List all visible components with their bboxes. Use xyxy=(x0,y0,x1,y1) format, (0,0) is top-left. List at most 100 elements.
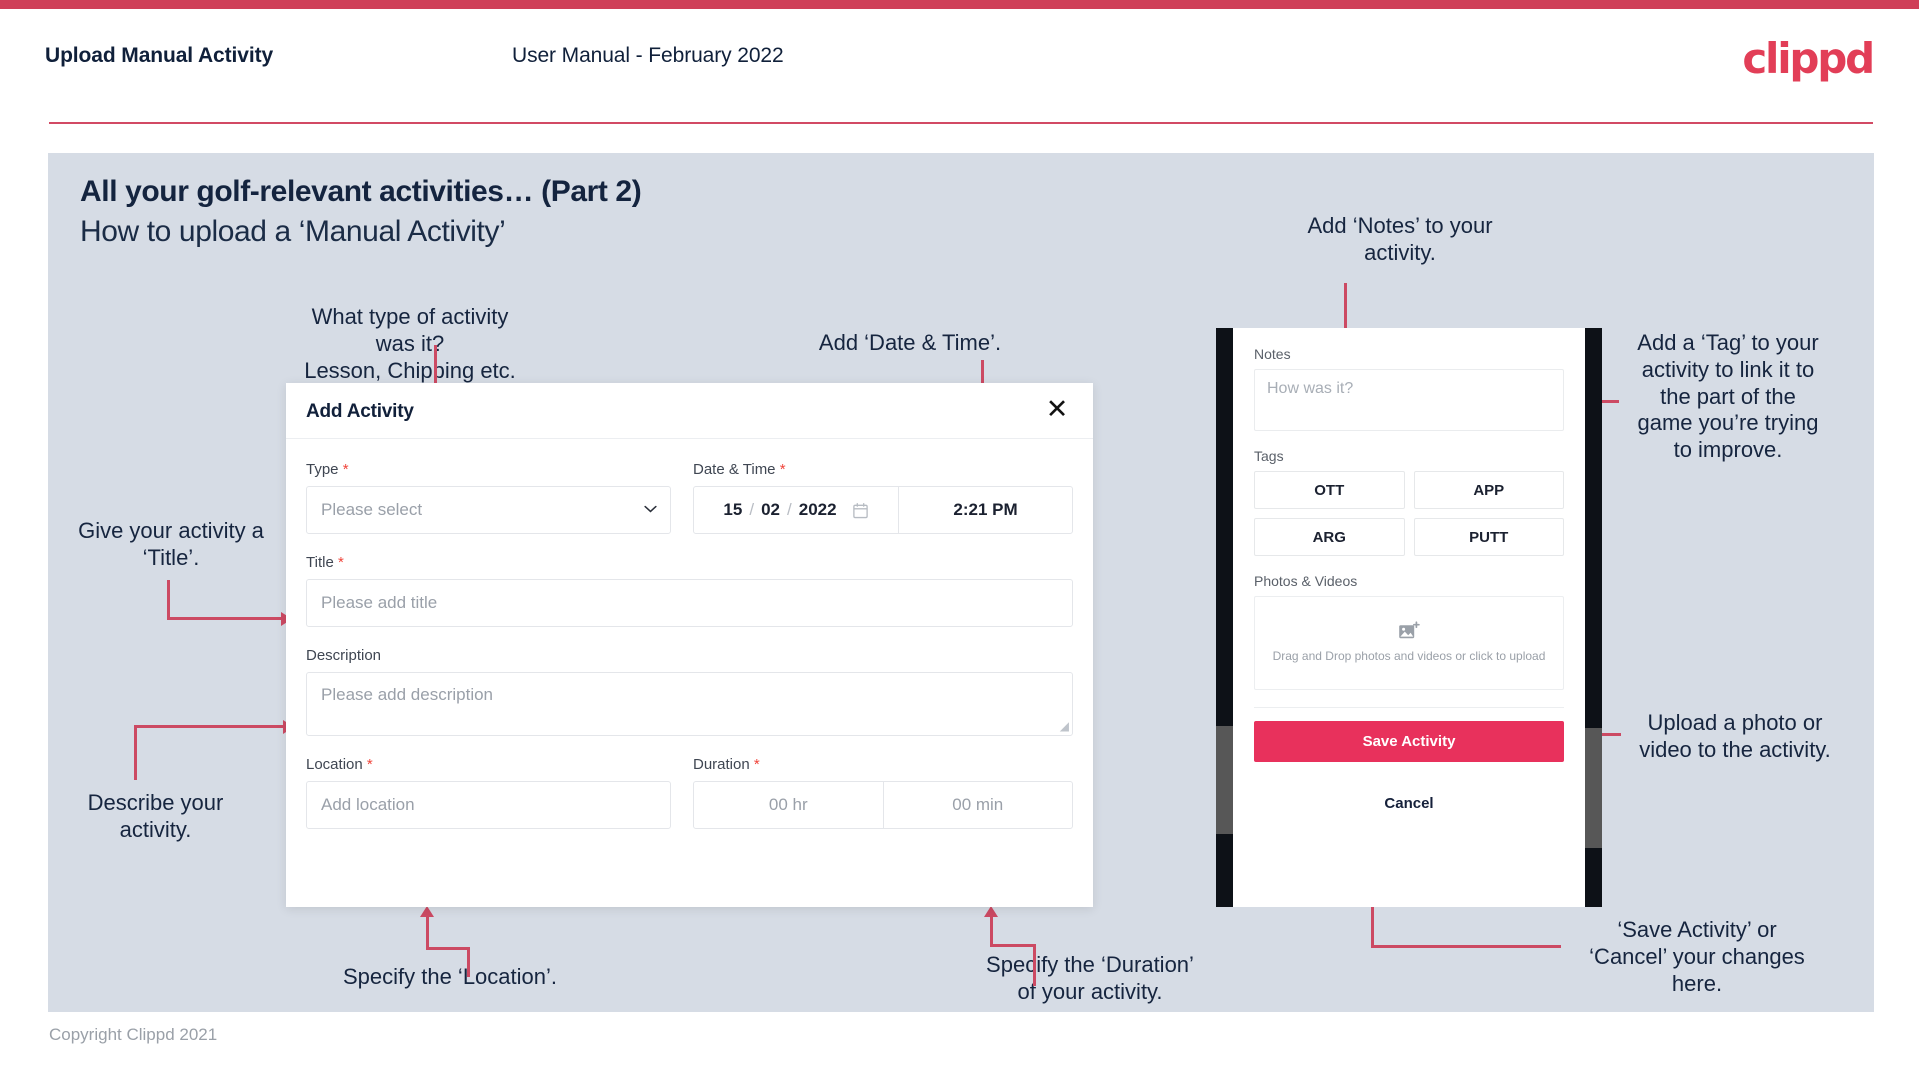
dialog-header: Add Activity ✕ xyxy=(286,383,1093,439)
label-datetime: Date & Time * xyxy=(693,461,1073,478)
label-location: Location * xyxy=(306,756,671,773)
date-year: 2022 xyxy=(798,500,837,519)
annotation-photos: Upload a photo or video to the activity. xyxy=(1639,710,1831,762)
slide-subtitle: How to upload a ‘Manual Activity’ xyxy=(80,215,506,248)
tag-button-arg[interactable]: ARG xyxy=(1254,518,1405,556)
duration-hours-input[interactable]: 00 hr xyxy=(694,782,883,828)
phone-mockup: Notes How was it? Tags OTT APP ARG PUTT … xyxy=(1216,328,1602,907)
connector-save-horizontal xyxy=(1371,945,1561,948)
annotation-notes: Add ‘Notes’ to your activity. xyxy=(1307,213,1493,265)
label-tags: Tags xyxy=(1254,448,1284,464)
resize-grip-icon[interactable]: ◢ xyxy=(1060,719,1069,733)
dialog-title: Add Activity xyxy=(306,401,414,422)
type-select-placeholder: Please select xyxy=(321,500,423,519)
connector-duration-vertical-2 xyxy=(1033,944,1036,986)
label-type: Type * xyxy=(306,461,671,478)
connector-title-horizontal xyxy=(167,617,283,620)
slide-title: All your golf-relevant activities… (Part… xyxy=(80,175,642,208)
label-description: Description xyxy=(306,647,1073,664)
field-title: Title * Please add title xyxy=(306,554,1073,627)
date-day: 15 xyxy=(723,500,743,519)
phone-screen: Notes How was it? Tags OTT APP ARG PUTT … xyxy=(1233,328,1585,907)
phone-scroll-indicator-right xyxy=(1585,728,1602,848)
label-title-text: Title xyxy=(306,554,334,571)
label-type-text: Type xyxy=(306,461,339,478)
label-datetime-text: Date & Time xyxy=(693,461,776,478)
location-placeholder: Add location xyxy=(321,795,415,814)
field-duration: Duration * 00 hr 00 min xyxy=(693,756,1073,829)
datetime-group: 15 / 02 / 2022 2:21 PM xyxy=(693,486,1073,534)
phone-frame-left xyxy=(1216,328,1233,907)
connector-location-vertical xyxy=(426,917,429,949)
connector-location-vertical-2 xyxy=(467,947,470,977)
calendar-icon[interactable] xyxy=(852,502,869,519)
annotation-title: Give your activity a ‘Title’. xyxy=(78,518,264,570)
arrow-head-duration xyxy=(984,906,998,917)
chevron-down-icon xyxy=(644,505,657,513)
label-location-text: Location xyxy=(306,756,363,773)
annotation-description: Describe your activity. xyxy=(87,790,224,842)
save-activity-button[interactable]: Save Activity xyxy=(1254,721,1564,762)
duration-minutes-placeholder: 00 min xyxy=(952,795,1004,814)
arrow-head-location xyxy=(420,906,434,917)
phone-divider xyxy=(1254,707,1564,708)
title-input-placeholder: Please add title xyxy=(321,593,438,612)
label-notes: Notes xyxy=(1254,346,1291,362)
date-input[interactable]: 15 / 02 / 2022 xyxy=(694,487,899,533)
description-placeholder: Please add description xyxy=(321,685,494,704)
label-description-text: Description xyxy=(306,647,382,664)
notes-placeholder: How was it? xyxy=(1267,380,1354,397)
photo-video-dropzone[interactable]: Drag and Drop photos and videos or click… xyxy=(1254,596,1564,690)
description-textarea[interactable]: Please add description ◢ xyxy=(306,672,1073,736)
footer-copyright: Copyright Clippd 2021 xyxy=(49,1025,218,1044)
annotation-location: Specify the ‘Location’. xyxy=(342,964,558,989)
field-datetime: Date & Time * 15 / 02 / 2022 2:21 PM xyxy=(693,461,1073,534)
connector-title-vertical xyxy=(167,580,170,620)
dropzone-text: Drag and Drop photos and videos or click… xyxy=(1272,648,1546,663)
notes-textarea[interactable]: How was it? xyxy=(1254,369,1564,431)
image-add-icon xyxy=(1399,621,1420,638)
add-activity-dialog: Add Activity ✕ Type * Please select Date… xyxy=(286,383,1093,907)
annotation-type: What type of activity was it? Lesson, Ch… xyxy=(304,304,516,383)
tag-button-putt[interactable]: PUTT xyxy=(1413,518,1564,556)
slide-page: Upload Manual Activity User Manual - Feb… xyxy=(0,0,1919,1079)
close-icon[interactable]: ✕ xyxy=(1041,393,1073,425)
required-marker-type: * xyxy=(342,461,349,478)
dialog-body: Type * Please select Date & Time * 15 / … xyxy=(286,439,1093,829)
tag-button-app[interactable]: APP xyxy=(1413,471,1564,509)
duration-minutes-input[interactable]: 00 min xyxy=(882,782,1073,828)
row-location-duration: Location * Add location Duration * 00 hr xyxy=(306,756,1073,829)
label-duration-text: Duration xyxy=(693,756,750,773)
label-duration: Duration * xyxy=(693,756,1073,773)
required-marker-location: * xyxy=(366,756,373,773)
required-marker-title: * xyxy=(337,554,344,571)
tag-button-ott[interactable]: OTT xyxy=(1254,471,1405,509)
type-select-wrap: Please select xyxy=(306,486,671,534)
required-marker-datetime: * xyxy=(779,461,786,478)
connector-duration-horizontal xyxy=(990,944,1036,947)
field-type: Type * Please select xyxy=(306,461,671,534)
tags-grid: OTT APP ARG PUTT xyxy=(1254,471,1564,556)
page-title: Upload Manual Activity xyxy=(45,44,274,67)
date-month: 02 xyxy=(761,500,780,519)
time-value: 2:21 PM xyxy=(953,500,1018,519)
connector-description-vertical xyxy=(134,725,137,780)
page-subtitle: User Manual - February 2022 xyxy=(512,44,784,67)
annotation-datetime: Add ‘Date & Time’. xyxy=(818,330,1002,355)
location-input[interactable]: Add location xyxy=(306,781,671,829)
header-divider xyxy=(49,122,1873,124)
date-sep-2: / xyxy=(787,500,792,519)
field-location: Location * Add location xyxy=(306,756,671,829)
date-sep-1: / xyxy=(749,500,755,519)
connector-description-horizontal xyxy=(134,725,286,728)
duration-hours-placeholder: 00 hr xyxy=(768,795,808,814)
title-input[interactable]: Please add title xyxy=(306,579,1073,627)
type-select[interactable]: Please select xyxy=(306,486,671,534)
annotation-save-cancel: ‘Save Activity’ or ‘Cancel’ your changes… xyxy=(1589,917,1805,996)
time-input[interactable]: 2:21 PM xyxy=(899,487,1072,533)
label-photos-videos: Photos & Videos xyxy=(1254,573,1358,589)
row-type-datetime: Type * Please select Date & Time * 15 / … xyxy=(306,461,1073,534)
cancel-button[interactable]: Cancel xyxy=(1254,795,1564,812)
required-marker-duration: * xyxy=(753,756,760,773)
label-title: Title * xyxy=(306,554,1073,571)
